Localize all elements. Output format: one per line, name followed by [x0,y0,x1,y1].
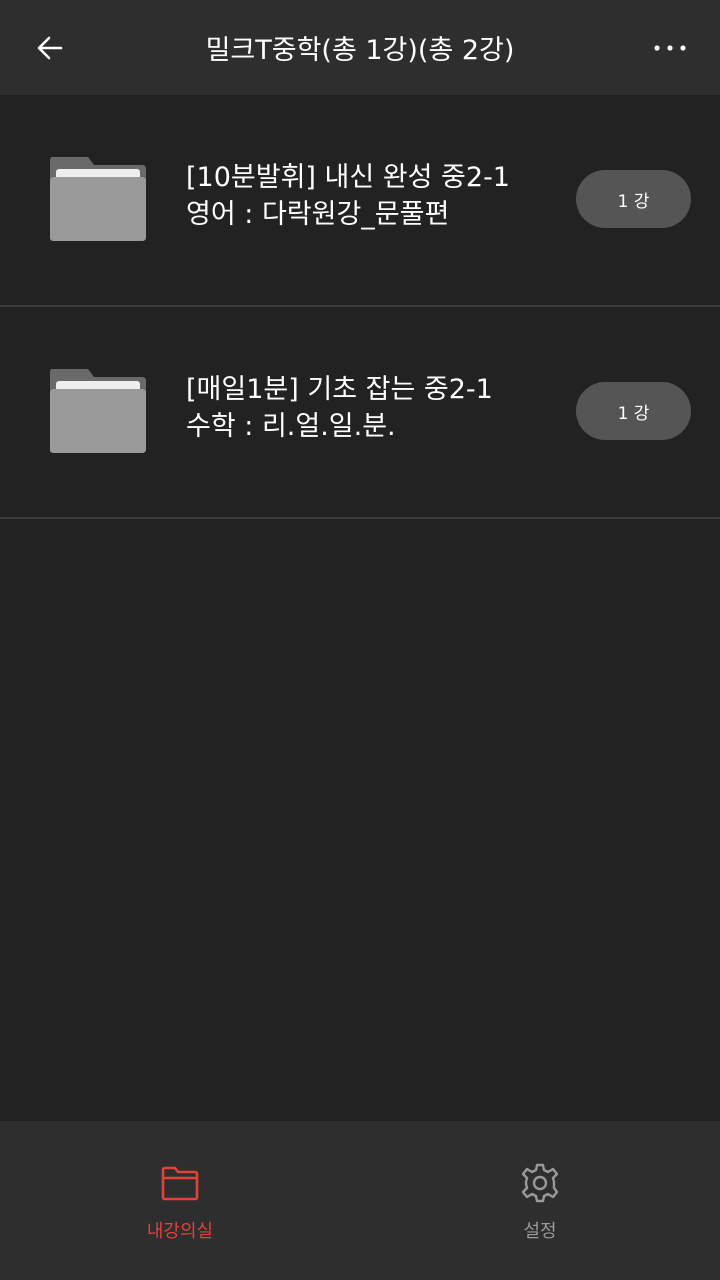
more-button[interactable] [640,22,700,74]
more-horizontal-icon [654,45,686,51]
folder-icon [161,1166,199,1201]
back-button[interactable] [22,22,78,74]
tab-label: 내강의실 [146,1221,214,1242]
course-title-line2: 수학 : 리.얼.일.분. [186,411,396,442]
lecture-count-badge[interactable]: 1 강 [576,170,691,228]
course-title: [매일1분] 기초 잡는 중2-1 수학 : 리.얼.일.분. [186,371,556,445]
list-item[interactable]: [10분발휘] 내신 완성 중2-1 영어 : 다락원강_문풀편 1 강 [0,95,720,307]
course-title: [10분발휘] 내신 완성 중2-1 영어 : 다락원강_문풀편 [186,159,556,233]
tab-my-classroom[interactable]: 내강의실 [100,1161,260,1243]
app-root: 밀크T중학(총 1강)(총 2강) [10분발휘] 내신 완성 중2-1 영어 … [0,0,720,1280]
folder-icon [50,157,146,241]
top-app-bar: 밀크T중학(총 1강)(총 2강) [0,0,720,95]
folder-icon [50,369,146,453]
lecture-count-badge[interactable]: 1 강 [576,382,691,440]
page-title: 밀크T중학(총 1강)(총 2강) [205,35,515,66]
gear-icon [521,1163,559,1203]
tab-settings[interactable]: 설정 [460,1161,620,1243]
tab-label: 설정 [523,1221,557,1242]
course-title-line2: 영어 : 다락원강_문풀편 [186,199,450,230]
arrow-left-icon [37,36,63,60]
course-title-line1: [10분발휘] 내신 완성 중2-1 [186,162,510,193]
course-list: [10분발휘] 내신 완성 중2-1 영어 : 다락원강_문풀편 1 강 [매일… [0,95,720,519]
course-title-line1: [매일1분] 기초 잡는 중2-1 [186,374,493,405]
bottom-navigation: 내강의실 설정 [0,1121,720,1280]
list-item[interactable]: [매일1분] 기초 잡는 중2-1 수학 : 리.얼.일.분. 1 강 [0,307,720,519]
